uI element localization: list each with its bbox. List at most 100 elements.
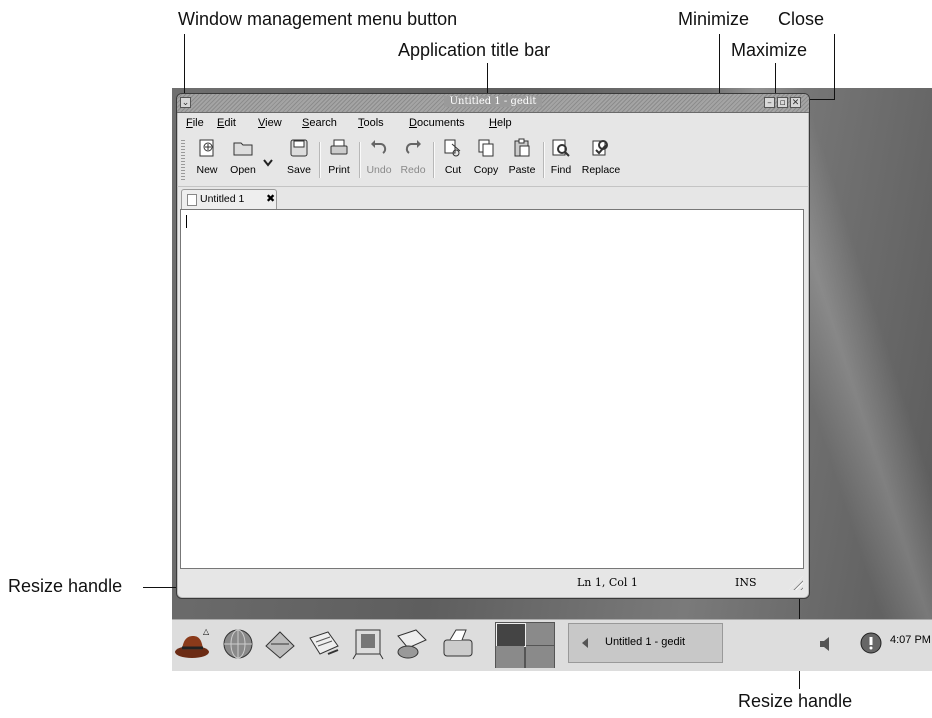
undo-button[interactable]: Undo xyxy=(363,138,395,176)
document-icon xyxy=(187,194,197,206)
copy-button[interactable]: Copy xyxy=(469,138,503,176)
menu-bar: File Edit View Search Tools Documents He… xyxy=(177,113,809,133)
callout-line-minimize-v xyxy=(719,34,720,100)
magnifier-icon xyxy=(552,139,570,157)
tab-label: Untitled 1 xyxy=(200,193,245,205)
maximize-button[interactable]: ▫ xyxy=(777,97,788,108)
new-document-icon xyxy=(199,139,214,157)
menu-documents-mnemonic: D xyxy=(409,117,417,129)
new-button[interactable]: New xyxy=(191,138,223,176)
callout-line-maximize xyxy=(775,63,776,97)
chevron-down-icon xyxy=(263,159,273,167)
copy-icon xyxy=(478,139,494,157)
toolbar-grip[interactable] xyxy=(181,140,185,180)
status-bar: Ln 1, Col 1 INS xyxy=(177,572,809,596)
find-button[interactable]: Find xyxy=(547,138,575,176)
menu-search[interactable]: Search xyxy=(302,117,337,129)
redo-button[interactable]: Redo xyxy=(397,138,429,176)
taskbar-window-button[interactable]: Untitled 1 - gedit xyxy=(568,623,723,663)
redo-arrow-icon xyxy=(405,140,421,154)
floppy-disk-icon xyxy=(290,139,308,157)
workspace-4[interactable] xyxy=(526,646,554,668)
insert-mode-indicator: INS xyxy=(735,576,757,589)
paste-button-label: Paste xyxy=(508,164,536,176)
menu-tools-label: ools xyxy=(363,117,384,129)
menu-tools[interactable]: Tools xyxy=(358,117,384,129)
clock[interactable]: 4:07 PM xyxy=(890,634,931,646)
text-editor-area[interactable] xyxy=(180,209,804,569)
tab-close-icon[interactable]: ✖ xyxy=(266,192,275,205)
callout-line-close-v xyxy=(834,34,835,100)
toolbar-separator xyxy=(359,142,361,178)
text-cursor xyxy=(186,215,187,228)
print-manager-icon[interactable] xyxy=(440,626,476,662)
workspace-3[interactable] xyxy=(496,646,524,668)
find-button-label: Find xyxy=(550,164,572,176)
workspace-2[interactable] xyxy=(526,623,554,645)
menu-help-mnemonic: H xyxy=(489,117,497,129)
volume-icon[interactable] xyxy=(819,636,833,652)
callout-minimize: Minimize xyxy=(678,9,750,29)
document-tab-bar: Untitled 1 ✖ xyxy=(177,187,809,209)
folder-icon xyxy=(233,142,253,156)
toolbar-separator xyxy=(433,142,435,178)
menu-file[interactable]: File xyxy=(186,117,204,129)
title-bar[interactable]: ⌄ Untitled 1 - gedit – ▫ ✕ xyxy=(177,94,809,113)
window-list-icon xyxy=(582,638,588,648)
menu-documents[interactable]: Documents xyxy=(409,117,465,129)
paste-button[interactable]: Paste xyxy=(505,138,539,176)
menu-help[interactable]: Help xyxy=(489,117,512,129)
save-button-label: Save xyxy=(287,164,311,176)
workspace-switcher[interactable] xyxy=(495,622,555,668)
writer-icon[interactable] xyxy=(306,626,342,662)
gedit-window: ⌄ Untitled 1 - gedit – ▫ ✕ File Edit Vie… xyxy=(176,93,810,599)
callout-close: Close xyxy=(778,9,825,29)
menu-view[interactable]: View xyxy=(258,117,282,129)
taskbar-window-label: Untitled 1 - gedit xyxy=(605,636,686,648)
window-title-text: Untitled 1 - gedit xyxy=(443,96,543,107)
menu-file-mnemonic: F xyxy=(186,117,193,129)
save-button[interactable]: Save xyxy=(283,138,315,176)
callout-resize-left: Resize handle xyxy=(8,576,123,596)
menu-edit-label: dit xyxy=(224,117,236,129)
scissors-icon xyxy=(444,139,461,157)
undo-arrow-icon xyxy=(371,140,387,154)
redo-button-label: Redo xyxy=(400,164,426,176)
workspace-1[interactable] xyxy=(496,623,526,647)
window-title: Untitled 1 - gedit xyxy=(177,96,809,107)
print-button-label: Print xyxy=(328,164,350,176)
callout-resize-bottom: Resize handle xyxy=(738,691,853,711)
presentation-icon[interactable] xyxy=(350,626,386,662)
email-icon[interactable] xyxy=(262,626,298,662)
open-button-label: Open xyxy=(230,164,256,176)
callout-line-window-menu xyxy=(184,34,185,95)
new-button-label: New xyxy=(196,164,218,176)
spreadsheet-icon[interactable] xyxy=(394,626,430,662)
update-notifier-icon[interactable] xyxy=(860,632,882,654)
close-button[interactable]: ✕ xyxy=(790,97,801,108)
bottom-panel: △ Untitled 1 - gedit 4:07 PM xyxy=(172,619,932,671)
find-replace-icon xyxy=(592,140,608,156)
document-tab[interactable]: Untitled 1 ✖ xyxy=(181,189,277,209)
open-button[interactable]: Open xyxy=(223,138,263,176)
print-button[interactable]: Print xyxy=(323,138,355,176)
replace-button[interactable]: Replace xyxy=(577,138,625,176)
toolbar: New Open Save Print Undo Redo Cut Copy P… xyxy=(177,134,809,187)
cut-button[interactable]: Cut xyxy=(439,138,467,176)
menu-view-label: iew xyxy=(265,117,282,129)
cut-button-label: Cut xyxy=(444,164,462,176)
svg-text:△: △ xyxy=(203,627,210,636)
callout-maximize: Maximize xyxy=(731,40,808,60)
callout-title-bar: Application title bar xyxy=(398,40,551,60)
open-recent-dropdown[interactable] xyxy=(261,152,275,171)
menu-file-label: ile xyxy=(192,117,204,129)
printer-icon xyxy=(330,139,348,155)
minimize-button[interactable]: – xyxy=(764,97,775,108)
menu-edit[interactable]: Edit xyxy=(217,117,236,129)
undo-button-label: Undo xyxy=(366,164,392,176)
replace-button-label: Replace xyxy=(581,164,621,176)
web-browser-icon[interactable] xyxy=(220,626,256,662)
copy-button-label: Copy xyxy=(473,164,499,176)
main-menu-red-hat-icon[interactable]: △ xyxy=(174,626,210,662)
callout-window-menu: Window management menu button xyxy=(178,9,458,29)
